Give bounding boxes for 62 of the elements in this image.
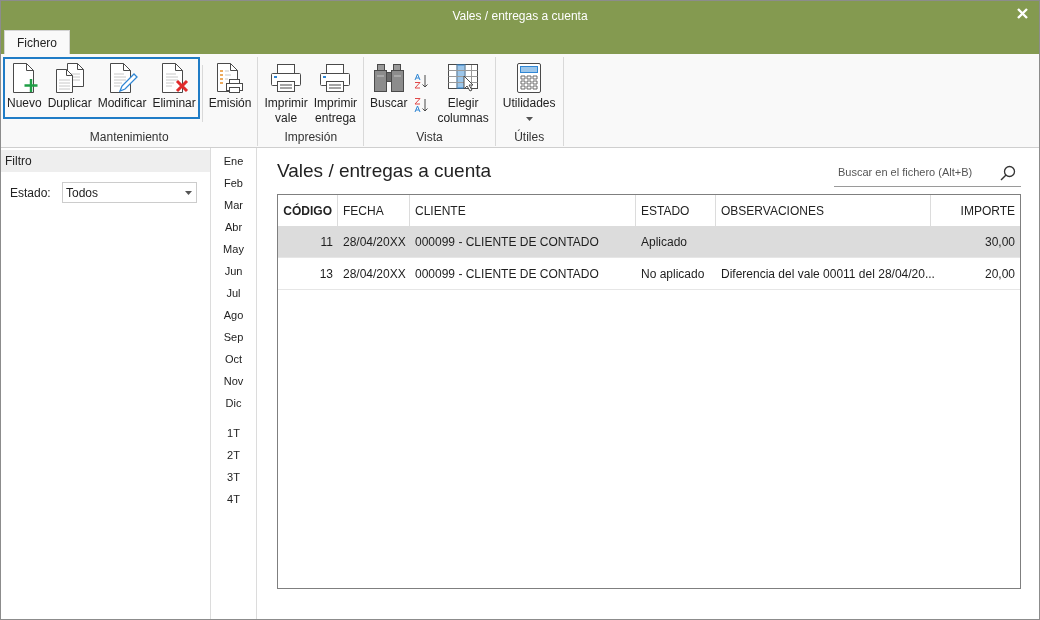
period-item[interactable]: Sep [211, 326, 256, 348]
binoculars-icon [372, 62, 405, 94]
ribbon-button[interactable]: Imprimir vale [262, 59, 310, 128]
status-select[interactable]: Todos [62, 182, 197, 203]
close-icon [1016, 7, 1028, 19]
period-item[interactable]: Jun [211, 260, 256, 282]
period-item[interactable]: 4T [211, 488, 256, 510]
close-button[interactable] [1014, 6, 1030, 20]
table-cell-text: Diferencia del vale 00011 del 28/04/20... [721, 265, 935, 283]
caret-icon [525, 117, 533, 121]
group-label: Vista [416, 129, 443, 145]
period-item[interactable]: Mar [211, 194, 256, 216]
table-cell-text: 28/04/20XX [343, 233, 406, 251]
table-cell-text: 20,00 [984, 265, 1015, 283]
ribbon-button[interactable]: Eliminar [150, 59, 198, 113]
period-item[interactable]: Ago [211, 304, 256, 326]
ribbon-button[interactable]: Duplicar [45, 59, 94, 113]
table-cell-text: 28/04/20XX [343, 265, 406, 283]
period-item[interactable]: Ene [211, 150, 256, 172]
period-item[interactable]: Nov [211, 370, 256, 392]
period-item[interactable]: Oct [211, 348, 256, 370]
table-cell-text: 000099 - CLIENTE DE CONTADO [415, 265, 599, 283]
ribbon-button[interactable]: Imprimir entrega [311, 59, 360, 128]
search-field[interactable]: Buscar en el fichero (Alt+B) [834, 158, 1021, 187]
group-label: Mantenimiento [89, 129, 169, 145]
table-cell-text: 11 [320, 233, 333, 251]
period-item[interactable]: 3T [211, 466, 256, 488]
printer-icon [270, 62, 303, 94]
ribbon-button[interactable]: Modificar [95, 59, 149, 113]
table-cell-text: Aplicado [641, 233, 688, 251]
table-cell-text: 13 [319, 265, 333, 283]
period-item[interactable]: Jul [211, 282, 256, 304]
dropdown-button[interactable]: Utilidades [499, 59, 559, 123]
sort-ascending-icon [414, 73, 431, 89]
table-row[interactable]: 11 28/04/20XX 000099 - CLIENTE DE CONTADO Aplicado 30,00 [278, 226, 1020, 258]
group-label: Impresión [284, 129, 338, 145]
duplicate-documents-icon [53, 62, 86, 94]
field-label: Estado: [10, 184, 52, 202]
table-cell-text: 30,00 [984, 233, 1015, 251]
panel-title: Filtro [5, 153, 32, 170]
column-header[interactable]: IMPORTE [931, 195, 1020, 226]
period-item[interactable]: 2T [211, 444, 256, 466]
window-title: Vales / entregas a cuenta [452, 7, 588, 25]
period-item[interactable]: Abr [211, 216, 256, 238]
ribbon-button[interactable]: Buscar [368, 59, 410, 128]
column-grid-icon [447, 62, 480, 94]
ribbon-tab[interactable]: Fichero [4, 30, 70, 54]
period-item[interactable]: 1T [211, 422, 256, 444]
table-cell-text: 000099 - CLIENTE DE CONTADO [415, 233, 599, 251]
group-label: Útiles [514, 129, 545, 145]
ribbon-button[interactable]: Emisión [206, 59, 254, 113]
ribbon-button[interactable]: Nuevo [5, 59, 44, 113]
printer-icon [319, 62, 352, 94]
table-cell-text: No aplicado [641, 265, 705, 283]
period-item[interactable]: Feb [211, 172, 256, 194]
ribbon-button[interactable]: Elegir columnas [435, 59, 491, 128]
caret-icon [185, 190, 192, 195]
page-heading: Vales / entregas a cuenta [277, 159, 492, 184]
period-item[interactable]: Dic [211, 392, 256, 414]
search-icon [1000, 164, 1016, 181]
sort-descending-icon [414, 97, 431, 113]
period-item[interactable]: May [211, 238, 256, 260]
